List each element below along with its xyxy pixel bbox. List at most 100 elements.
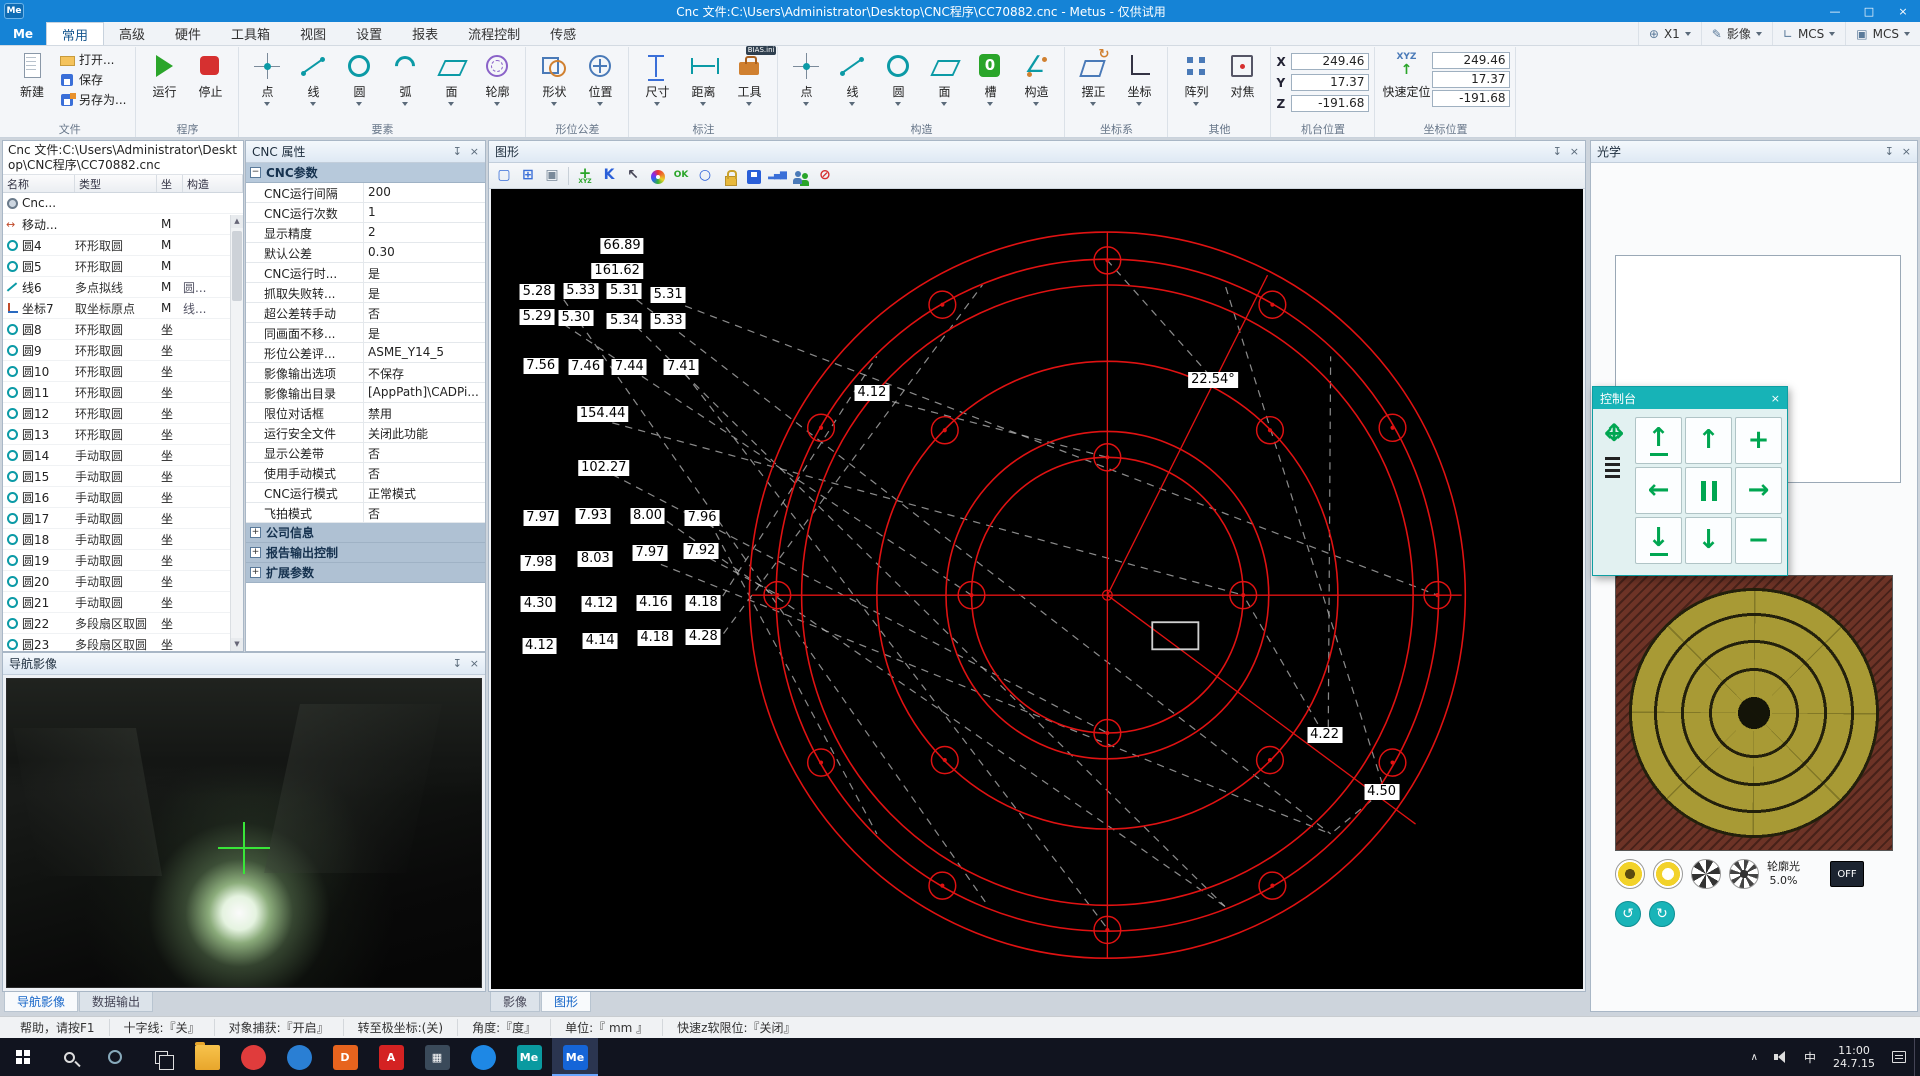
graphics-canvas[interactable]: 66.89161.625.285.335.315.315.295.305.345… [491, 189, 1583, 989]
step-list-icon[interactable] [1605, 457, 1620, 479]
language-indicator[interactable]: 中 [1796, 1038, 1824, 1076]
machine-y-value[interactable]: 17.37 [1291, 74, 1369, 91]
程序-运行-button[interactable]: 运行 [141, 47, 187, 100]
notification-icon[interactable] [1884, 1038, 1914, 1076]
console-title-bar[interactable]: 控制台 × [1593, 387, 1787, 409]
property-row[interactable]: CNC运行模式正常模式 [246, 483, 485, 503]
property-row[interactable]: CNC运行间隔200 [246, 183, 485, 203]
tree-row[interactable]: Cnc... [3, 193, 243, 214]
构造-面-button[interactable]: 面 [921, 47, 967, 106]
property-value[interactable]: 是 [364, 263, 485, 282]
coord-position-value-2[interactable]: -191.68 [1432, 90, 1510, 107]
tree-row[interactable]: 圆11环形取圆坐 [3, 382, 243, 403]
ring-light-button[interactable] [1615, 859, 1645, 889]
me-green-app[interactable]: Me [506, 1038, 552, 1076]
section-报告输出控制[interactable]: +报告输出控制 [246, 543, 485, 563]
property-value[interactable]: 不保存 [364, 363, 485, 382]
tray-expand-icon[interactable]: ∧ [1743, 1038, 1766, 1076]
maximize-button[interactable]: □ [1852, 0, 1886, 22]
tree-row[interactable]: 圆20手动取圆坐 [3, 571, 243, 592]
section-cnc-params[interactable]: −CNC参数 [246, 163, 485, 183]
tree-row[interactable]: 圆16手动取圆坐 [3, 487, 243, 508]
light-off-button[interactable]: OFF [1830, 861, 1864, 887]
程序-停止-button[interactable]: 停止 [187, 47, 233, 100]
users-icon[interactable] [790, 165, 812, 187]
image-select[interactable]: ✎影像 [1701, 22, 1772, 45]
menu-tab-传感[interactable]: 传感 [535, 22, 591, 45]
tree-column-类型[interactable]: 类型 [75, 175, 157, 192]
tree-row[interactable]: 线6多点拟线M圆... [3, 277, 243, 298]
sector-light-button[interactable] [1691, 859, 1721, 889]
step-down-button[interactable]: ↓ [1635, 517, 1682, 564]
tree-column-坐[interactable]: 坐 [157, 175, 183, 192]
其他-对焦-button[interactable]: 对焦 [1219, 47, 1265, 100]
property-value[interactable]: 是 [364, 283, 485, 302]
rotate-ccw-icon[interactable]: ↺ [1615, 901, 1641, 927]
property-row[interactable]: 抓取失败转...是 [246, 283, 485, 303]
rotate-cw-icon[interactable]: ↻ [1649, 901, 1675, 927]
tree-row[interactable]: 圆15手动取圆坐 [3, 466, 243, 487]
构造-构造-button[interactable]: 构造 [1013, 47, 1059, 106]
app-menu-button[interactable]: Me [0, 22, 46, 45]
calc-app[interactable]: ▦ [414, 1038, 460, 1076]
property-row[interactable]: 运行安全文件关闭此功能 [246, 423, 485, 443]
menu-tab-设置[interactable]: 设置 [341, 22, 397, 45]
close-icon[interactable]: × [1902, 145, 1911, 158]
文件-新建-button[interactable]: 新建 [9, 47, 55, 100]
property-value[interactable]: 0.30 [364, 243, 485, 262]
close-button[interactable]: × [1886, 0, 1920, 22]
property-row[interactable]: 显示公差带否 [246, 443, 485, 463]
形位公差-位置-button[interactable]: 位置 [577, 47, 623, 106]
block-icon[interactable]: ⊘ [814, 165, 836, 187]
property-value[interactable]: 禁用 [364, 403, 485, 422]
collapse-icon[interactable]: − [250, 167, 261, 178]
clock[interactable]: 11:00 24.7.15 [1824, 1038, 1884, 1076]
tree-row[interactable]: 圆22多段扇区取圆坐 [3, 613, 243, 634]
property-value[interactable]: 否 [364, 303, 485, 322]
property-row[interactable]: 影像输出目录[AppPath]\CADPi... [246, 383, 485, 403]
要素-轮廓-button[interactable]: 轮廓 [474, 47, 520, 106]
property-row[interactable]: 同画面不移...是 [246, 323, 485, 343]
copy-view-icon[interactable]: ▣ [541, 165, 563, 187]
property-value[interactable]: 是 [364, 323, 485, 342]
tree-row[interactable]: 圆10环形取圆坐 [3, 361, 243, 382]
tree-row[interactable]: 圆21手动取圆坐 [3, 592, 243, 613]
menu-tab-高级[interactable]: 高级 [104, 22, 160, 45]
folder-app[interactable] [184, 1038, 230, 1076]
另存为-button[interactable]: 另存为... [55, 90, 130, 109]
property-value[interactable]: 2 [364, 223, 485, 242]
minus-button[interactable]: − [1735, 517, 1782, 564]
tree-row[interactable]: 圆9环形取圆坐 [3, 340, 243, 361]
property-value[interactable]: 1 [364, 203, 485, 222]
machine-x-value[interactable]: 249.46 [1291, 53, 1369, 70]
close-icon[interactable]: × [470, 145, 479, 158]
tree-row[interactable]: 圆12环形取圆坐 [3, 403, 243, 424]
start-button[interactable] [0, 1038, 46, 1076]
pin-icon[interactable]: ↧ [1553, 145, 1562, 158]
coaxial-light-button[interactable] [1653, 859, 1683, 889]
close-icon[interactable]: × [470, 657, 479, 670]
palette-icon[interactable] [646, 165, 668, 187]
标注-工具-button[interactable]: BIAS.ini工具 [726, 47, 772, 106]
axes-select[interactable]: ∟MCS [1772, 22, 1845, 45]
menu-tab-流程控制[interactable]: 流程控制 [453, 22, 535, 45]
tree-row[interactable]: 圆18手动取圆坐 [3, 529, 243, 550]
expand-icon[interactable]: + [250, 567, 261, 578]
property-row[interactable]: 超公差转手动否 [246, 303, 485, 323]
lock-icon[interactable] [718, 165, 740, 187]
expand-icon[interactable]: + [250, 527, 261, 538]
tab-数据输出[interactable]: 数据输出 [79, 992, 153, 1012]
show-desktop-button[interactable] [1914, 1038, 1920, 1076]
property-row[interactable]: 默认公差0.30 [246, 243, 485, 263]
a-app[interactable]: A [368, 1038, 414, 1076]
要素-弧-button[interactable]: 弧 [382, 47, 428, 106]
minimize-button[interactable]: — [1818, 0, 1852, 22]
标注-距离-button[interactable]: 距离 [680, 47, 726, 106]
打开-button[interactable]: 打开... [55, 50, 130, 69]
save-view-icon[interactable] [742, 165, 764, 187]
pin-icon[interactable]: ↧ [453, 657, 462, 670]
circle-tool-icon[interactable]: ○ [694, 165, 716, 187]
pick-cursor-icon[interactable]: ↖ [622, 165, 644, 187]
tree-row[interactable]: 移动...M [3, 214, 243, 235]
property-value[interactable]: 200 [364, 183, 485, 202]
